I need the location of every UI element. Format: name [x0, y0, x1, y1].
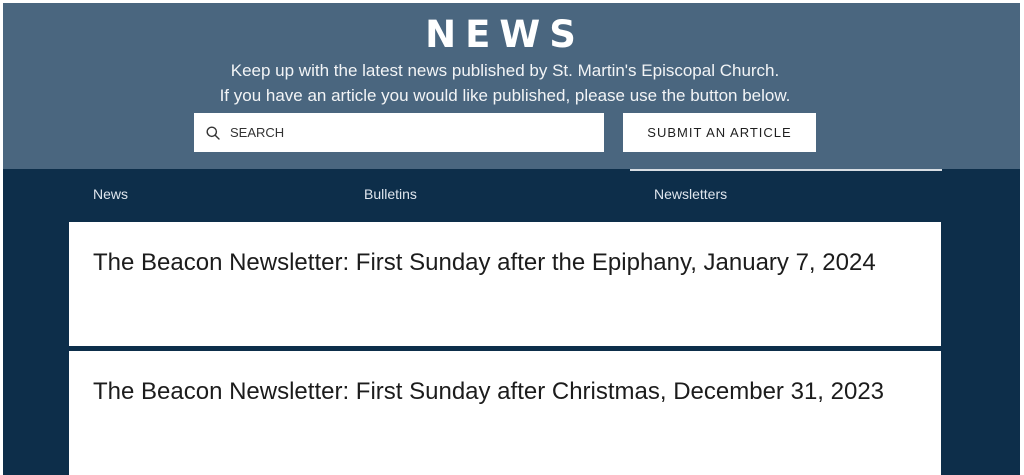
post-card[interactable]: The Beacon Newsletter: First Sunday afte…	[69, 222, 941, 346]
header-subtitle-line-1: Keep up with the latest news published b…	[230, 61, 780, 80]
post-card[interactable]: The Beacon Newsletter: First Sunday afte…	[69, 351, 941, 475]
search-input[interactable]	[230, 125, 570, 140]
header-subtitle-line-2: If you have an article you would like pu…	[219, 86, 791, 105]
page-frame: NEWS Keep up with the latest news publis…	[3, 3, 1020, 475]
tab-news[interactable]: News	[69, 169, 340, 219]
page-title: NEWS	[425, 13, 585, 56]
search-icon	[206, 126, 220, 140]
news-header: NEWS Keep up with the latest news publis…	[3, 3, 1020, 169]
tab-label: Newsletters	[654, 186, 728, 202]
tab-label: News	[93, 186, 129, 202]
tab-newsletters[interactable]: Newsletters	[630, 169, 942, 219]
tab-bulletins[interactable]: Bulletins	[340, 169, 630, 219]
search-box[interactable]	[194, 113, 604, 152]
post-title[interactable]: The Beacon Newsletter: First Sunday afte…	[93, 247, 917, 279]
post-title[interactable]: The Beacon Newsletter: First Sunday afte…	[93, 376, 917, 408]
tab-label: Bulletins	[364, 186, 417, 202]
category-tabs: News Bulletins Newsletters	[69, 169, 942, 219]
submit-article-button[interactable]: SUBMIT AN ARTICLE	[623, 113, 816, 152]
selected-tab-indicator	[630, 169, 942, 171]
